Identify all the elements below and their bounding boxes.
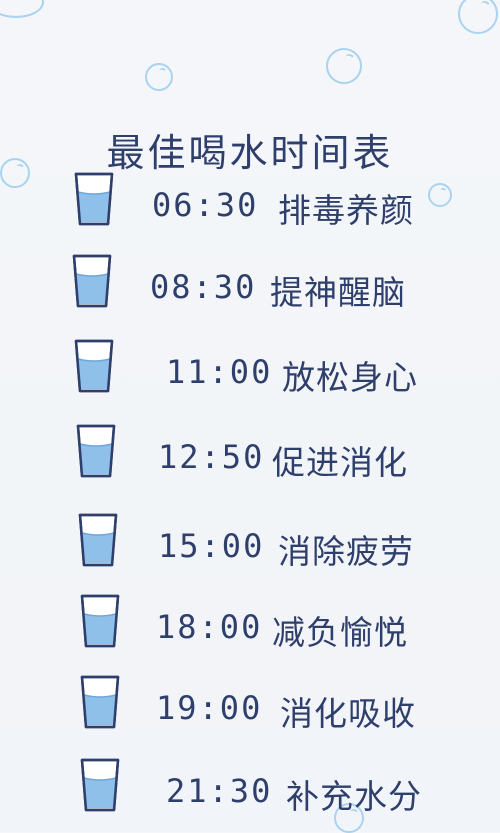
- schedule-time: 06:30: [152, 186, 259, 224]
- water-glass-icon: [78, 756, 122, 814]
- schedule-row: 15:00 消除疲劳: [0, 511, 500, 581]
- water-glass-icon: [72, 170, 116, 228]
- schedule-row: 21:30 补充水分: [0, 756, 500, 826]
- water-glass-icon: [78, 673, 122, 731]
- schedule-time: 15:00: [158, 527, 265, 565]
- schedule-row: 19:00 消化吸收: [0, 673, 500, 743]
- schedule-time: 08:30: [150, 268, 257, 306]
- water-glass-icon: [70, 252, 114, 310]
- schedule-label: 消除疲劳: [278, 532, 414, 571]
- bubble-icon: [145, 63, 173, 91]
- schedule-time: 19:00: [156, 689, 263, 727]
- schedule-row: 18:00 减负愉悦: [0, 592, 500, 662]
- schedule-row: 06:30 排毒养颜: [0, 170, 500, 240]
- schedule-time: 21:30: [166, 772, 273, 810]
- schedule-time: 11:00: [166, 353, 273, 391]
- schedule-label: 补充水分: [286, 777, 422, 816]
- schedule-row: 11:00 放松身心: [0, 337, 500, 407]
- schedule-label: 排毒养颜: [278, 191, 414, 230]
- water-glass-icon: [74, 422, 118, 480]
- water-glass-icon: [72, 337, 116, 395]
- schedule-label: 促进消化: [272, 443, 408, 482]
- schedule-row: 08:30 提神醒脑: [0, 252, 500, 322]
- schedule-time: 18:00: [156, 608, 263, 646]
- schedule-label: 提神醒脑: [270, 273, 406, 312]
- water-glass-icon: [78, 592, 122, 650]
- schedule-label: 放松身心: [282, 358, 418, 397]
- schedule-label: 减负愉悦: [272, 613, 408, 652]
- schedule-time: 12:50: [158, 438, 265, 476]
- water-glass-icon: [76, 511, 120, 569]
- bubble-icon: [326, 48, 362, 84]
- schedule-label: 消化吸收: [280, 694, 416, 733]
- schedule-row: 12:50 促进消化: [0, 422, 500, 492]
